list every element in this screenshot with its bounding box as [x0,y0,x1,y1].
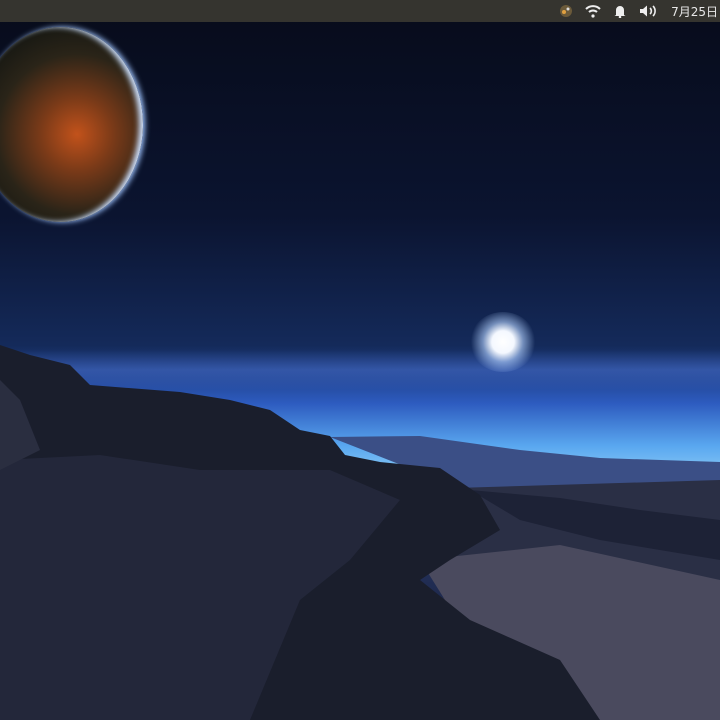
desktop[interactable]: 7月25日 [0,0,720,720]
volume-icon[interactable] [639,0,659,22]
app-indicator-icon[interactable] [559,0,573,22]
wallpaper-landscape [0,345,720,720]
notification-bell-icon[interactable] [613,0,627,22]
wifi-icon[interactable] [585,0,601,22]
top-panel: 7月25日 [0,0,720,22]
clock[interactable]: 7月25日 [671,0,718,22]
